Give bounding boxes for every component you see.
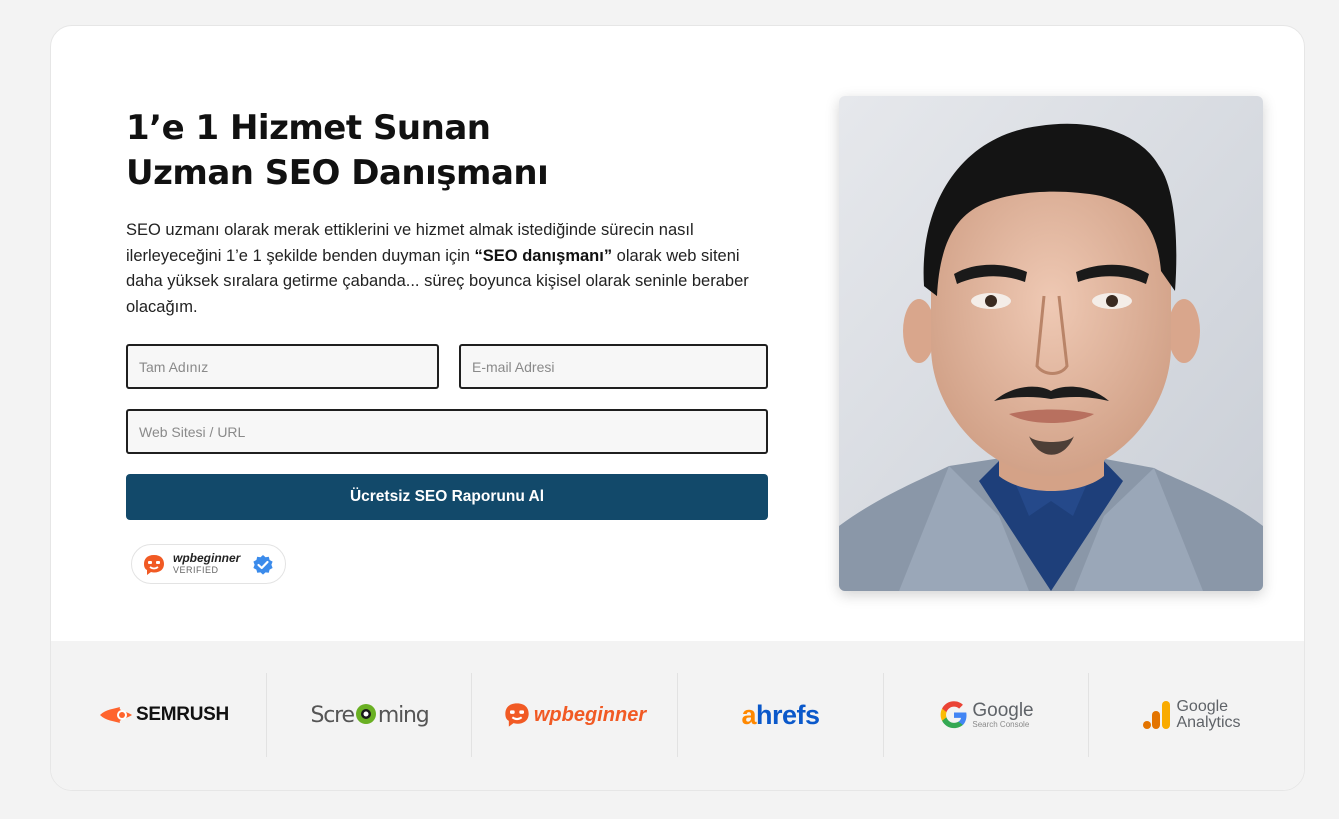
semrush-wordmark: SEMRUSH bbox=[136, 704, 229, 725]
ga-wordmark-line2: Analytics bbox=[1176, 714, 1241, 731]
badge-name: wpbeginner bbox=[173, 551, 241, 565]
screaming-frog-wordmark-pre: Scre bbox=[310, 703, 355, 728]
ahrefs-logo: ahrefs bbox=[678, 673, 883, 757]
google-search-console-logo: Google Search Console bbox=[884, 673, 1089, 757]
ga-wordmark-line1: Google bbox=[1176, 698, 1229, 715]
ahrefs-wordmark: ahrefs bbox=[741, 699, 820, 731]
hero-description: SEO uzmanı olarak merak ettiklerini ve h… bbox=[126, 218, 766, 320]
wpbeginner-verified-badge[interactable]: wpbeginner VERIFIED bbox=[131, 544, 286, 584]
screaming-frog-wordmark: Scre ming bbox=[310, 702, 430, 728]
full-name-input[interactable] bbox=[126, 344, 439, 389]
website-url-input[interactable] bbox=[126, 409, 768, 454]
wpbeginner-mascot-icon bbox=[505, 703, 529, 727]
get-free-seo-report-button[interactable]: Ücretsiz SEO Raporunu Al bbox=[126, 474, 768, 520]
gsc-subtitle: Search Console bbox=[972, 720, 1030, 729]
verified-check-icon bbox=[253, 555, 273, 575]
consultant-portrait-illustration bbox=[839, 96, 1263, 591]
gsc-wordmark: Google bbox=[972, 700, 1034, 721]
ahrefs-wordmark-a: a bbox=[741, 699, 756, 730]
wpbeginner-wordmark: wpbeginner bbox=[533, 703, 647, 726]
page-title-line2: Uzman SEO Danışmanı bbox=[126, 153, 549, 193]
partner-logos-bar: SEMRUSH Scre ming wpbeginner ahrefs Goog… bbox=[51, 641, 1304, 790]
email-input[interactable] bbox=[459, 344, 768, 389]
ahrefs-wordmark-rest: hrefs bbox=[756, 699, 820, 730]
wpbeginner-logo: wpbeginner bbox=[472, 673, 677, 757]
google-g-icon bbox=[940, 701, 967, 729]
ga-text-group: Google Analytics bbox=[1176, 699, 1240, 731]
hero-card: 1’e 1 Hizmet Sunan Uzman SEO Danışmanı S… bbox=[50, 25, 1305, 791]
semrush-flame-icon bbox=[100, 707, 133, 723]
screaming-frog-wordmark-post: ming bbox=[377, 703, 430, 728]
wpbeginner-logo-icon bbox=[144, 555, 164, 575]
page-title-line1: 1’e 1 Hizmet Sunan bbox=[126, 108, 491, 148]
semrush-logo: SEMRUSH bbox=[61, 673, 266, 757]
google-analytics-icon bbox=[1143, 701, 1171, 729]
consultant-photo bbox=[839, 96, 1263, 591]
gsc-text-group: Google Search Console bbox=[972, 701, 1033, 729]
screaming-frog-logo: Scre ming bbox=[267, 673, 472, 757]
google-analytics-logo: Google Analytics bbox=[1089, 673, 1294, 757]
badge-status: VERIFIED bbox=[173, 565, 219, 575]
page-title: 1’e 1 Hizmet Sunan Uzman SEO Danışmanı bbox=[126, 106, 766, 196]
screaming-frog-icon bbox=[355, 704, 376, 724]
hero-description-highlight: “SEO danışmanı” bbox=[474, 246, 613, 265]
